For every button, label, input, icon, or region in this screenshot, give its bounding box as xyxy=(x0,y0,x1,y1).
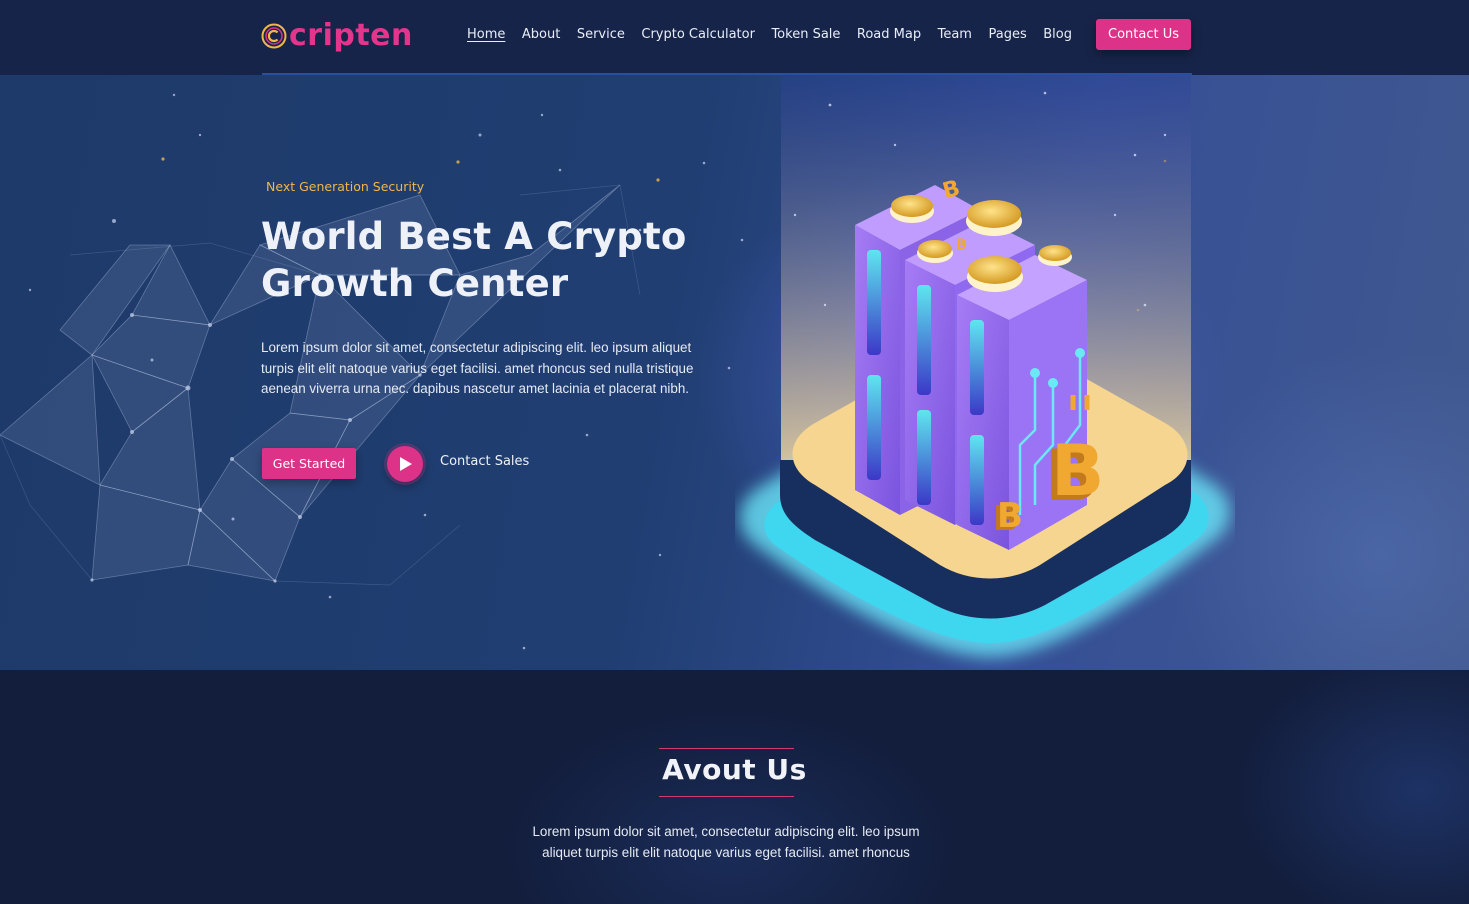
svg-text:B: B xyxy=(997,496,1023,536)
about-description: Lorem ipsum dolor sit amet, consectetur … xyxy=(532,824,920,860)
coin-c-icon xyxy=(261,23,287,49)
nav-item-blog[interactable]: Blog xyxy=(1043,24,1072,46)
nav-item-road-map[interactable]: Road Map xyxy=(857,24,921,46)
main-nav: Home About Service Crypto Calculator Tok… xyxy=(467,24,1088,46)
nav-item-token-sale[interactable]: Token Sale xyxy=(771,24,840,46)
about-title-bottom-rule xyxy=(659,796,794,797)
nav-item-pages[interactable]: Pages xyxy=(988,24,1026,46)
brand-name: cripten xyxy=(289,18,413,53)
hero-eyebrow: Next Generation Security xyxy=(266,179,425,194)
nav-item-about[interactable]: About xyxy=(522,24,560,46)
about-title: Avout Us xyxy=(662,753,807,786)
svg-text:B: B xyxy=(1051,430,1104,512)
contact-us-button[interactable]: Contact Us xyxy=(1096,19,1191,50)
play-video-button[interactable] xyxy=(387,446,423,482)
logo[interactable]: cripten xyxy=(261,18,413,54)
hero-title: World Best A Crypto Growth Center xyxy=(261,215,687,305)
nav-item-home[interactable]: Home xyxy=(467,24,505,46)
about-title-top-rule xyxy=(659,748,794,749)
hero-section: Next Generation Security World Best A Cr… xyxy=(0,75,1469,670)
nav-item-service[interactable]: Service xyxy=(577,24,625,46)
get-started-button[interactable]: Get Started xyxy=(262,448,356,479)
site-header: cripten Home About Service Crypto Calcul… xyxy=(0,0,1469,75)
nav-item-crypto-calculator[interactable]: Crypto Calculator xyxy=(641,24,755,46)
svg-text:B: B xyxy=(956,237,967,253)
hero-description: Lorem ipsum dolor sit amet, consectetur … xyxy=(261,340,694,397)
nav-item-team[interactable]: Team xyxy=(938,24,972,46)
isometric-bitcoin-server-illustration: B B B B B B xyxy=(740,75,1230,657)
play-icon xyxy=(400,457,412,471)
contact-sales-link[interactable]: Contact Sales xyxy=(440,454,529,469)
about-section: Avout Us Lorem ipsum dolor sit amet, con… xyxy=(0,670,1469,904)
